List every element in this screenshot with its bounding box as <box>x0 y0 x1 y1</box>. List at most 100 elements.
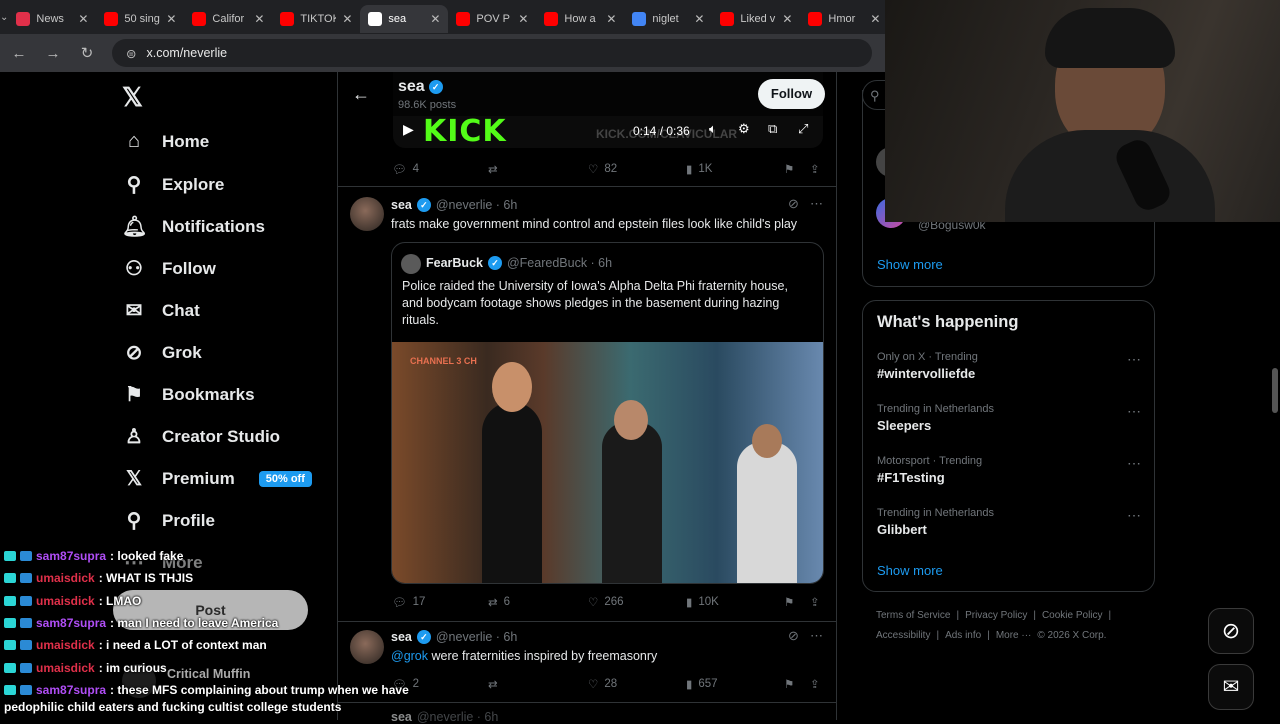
sidebar-item-bookmarks[interactable]: ⚑ Bookmarks <box>122 382 255 407</box>
sidebar-item-premium[interactable]: 𝕏 Premium 50% off <box>122 466 312 491</box>
reply-button[interactable]: 💬︎ 17 <box>392 595 425 609</box>
grok-icon: ⊘ <box>125 342 143 364</box>
trend-item[interactable]: Motorsport · Trending #F1Testing ⋯ <box>877 455 1142 485</box>
more-icon[interactable]: ⋯ <box>1127 507 1142 524</box>
settings-icon[interactable]: ⚙ <box>738 121 750 137</box>
repost-button[interactable]: ⇄ <box>488 677 498 691</box>
show-more-link[interactable]: Show more <box>877 257 943 272</box>
footer-link[interactable]: Privacy Policy <box>965 608 1027 623</box>
close-tab-icon[interactable]: ✕ <box>166 12 176 26</box>
like-button[interactable]: ♡ 28 <box>588 677 617 691</box>
account-name[interactable]: Critical Muffin <box>167 667 250 681</box>
views-button[interactable]: ▮ 657 <box>686 677 718 691</box>
quote-card[interactable]: FearBuck ✓ @FearedBuck · 6h Police raide… <box>391 242 824 584</box>
messages-fab-icon[interactable]: ✉ <box>1208 664 1254 710</box>
more-icon[interactable]: ⋯ <box>1127 403 1142 420</box>
footer-link[interactable]: More ··· <box>996 628 1032 643</box>
more-icon[interactable]: ⋯ <box>1127 351 1142 368</box>
back-arrow-icon[interactable]: ← <box>352 84 370 105</box>
bookmark-button[interactable]: ⚑ <box>784 595 794 609</box>
show-more-link[interactable]: Show more <box>877 563 943 578</box>
sidebar-item-label: Explore <box>162 174 225 194</box>
sidebar-item-grok[interactable]: ⊘ Grok <box>122 340 202 365</box>
sidebar-item-home[interactable]: ⌂ Home <box>122 130 209 153</box>
bookmark-button[interactable]: ⚑ <box>784 677 794 691</box>
sidebar-item-follow[interactable]: ⚇ Follow <box>122 256 216 281</box>
x-logo-icon[interactable]: 𝕏 <box>122 82 143 113</box>
views-button[interactable]: ▮ 10K <box>686 595 719 609</box>
grok-icon[interactable]: ⊘ <box>788 196 799 212</box>
chat-badge-icon <box>20 662 32 673</box>
browser-tab[interactable]: TIKTOK ✕ <box>272 5 360 33</box>
reload-icon[interactable]: ↻ <box>78 44 96 62</box>
share-button[interactable]: ⇪ <box>810 595 820 609</box>
more-icon[interactable]: ⋯ <box>1127 455 1142 472</box>
browser-tab[interactable]: How a ✕ <box>536 5 624 33</box>
footer-link[interactable]: Cookie Policy <box>1042 608 1103 623</box>
browser-tab[interactable]: Califor ✕ <box>184 5 272 33</box>
close-tab-icon[interactable]: ✕ <box>518 12 528 26</box>
follow-button[interactable]: Follow <box>758 79 825 109</box>
author-handle[interactable]: @neverlie · 6h <box>436 198 517 212</box>
bookmark-button[interactable]: ⚑ <box>784 162 794 176</box>
share-button[interactable]: ⇪ <box>810 677 820 691</box>
grok-icon[interactable]: ⊘ <box>788 628 799 644</box>
play-icon[interactable]: ▶ <box>403 121 414 138</box>
browser-tab[interactable]: Hmor ✕ <box>800 5 888 33</box>
browser-tab[interactable]: POV P ✕ <box>448 5 536 33</box>
close-tab-icon[interactable]: ✕ <box>870 12 880 26</box>
footer-link[interactable]: Ads info <box>945 628 981 643</box>
like-button[interactable]: ♡ 82 <box>588 162 617 176</box>
sidebar-item-creator-studio[interactable]: ♙ Creator Studio <box>122 424 280 449</box>
footer-link[interactable]: Accessibility <box>876 628 930 643</box>
trend-item[interactable]: Trending in Netherlands Sleepers ⋯ <box>877 403 1142 433</box>
close-tab-icon[interactable]: ✕ <box>606 12 616 26</box>
more-icon[interactable]: ⋯ <box>810 628 823 644</box>
pip-icon[interactable]: ⧉ <box>768 121 777 137</box>
browser-tab[interactable]: sea ✕ <box>360 5 449 33</box>
close-tab-icon[interactable]: ✕ <box>430 12 440 26</box>
fullscreen-icon[interactable]: ⤢ <box>798 121 808 137</box>
footer-link[interactable]: Terms of Service <box>876 608 950 623</box>
author-handle[interactable]: @neverlie · 6h <box>436 630 517 644</box>
close-tab-icon[interactable]: ✕ <box>694 12 704 26</box>
trend-item[interactable]: Trending in Netherlands Glibbert ⋯ <box>877 507 1142 537</box>
close-tab-icon[interactable]: ✕ <box>342 12 352 26</box>
share-button[interactable]: ⇪ <box>810 162 820 176</box>
back-arrow-icon[interactable]: ← <box>10 45 28 62</box>
close-tab-icon[interactable]: ✕ <box>254 12 264 26</box>
sidebar-item-profile[interactable]: ⚲ Profile <box>122 508 215 533</box>
author-name[interactable]: sea <box>391 198 412 212</box>
footer-link[interactable]: © 2026 X Corp. <box>1037 628 1106 643</box>
trend-item[interactable]: Only on X · Trending #wintervolliefde ⋯ <box>877 351 1142 381</box>
views-button[interactable]: ▮ 1K <box>686 162 712 176</box>
site-info-icon[interactable]: ⊜ <box>126 46 136 61</box>
sidebar-item-notifications[interactable]: 🔔︎ Notifications <box>122 214 265 239</box>
bodycam-image[interactable]: CHANNEL 3 CH <box>392 342 823 583</box>
close-tab-icon[interactable]: ✕ <box>78 12 88 26</box>
browser-tab[interactable]: News ✕ <box>8 5 96 33</box>
mute-icon[interactable]: 🔈︎ <box>709 121 717 137</box>
close-tab-icon[interactable]: ✕ <box>782 12 792 26</box>
sidebar-item-chat[interactable]: ✉ Chat <box>122 298 200 323</box>
like-button[interactable]: ♡ 266 <box>588 595 624 609</box>
repost-button[interactable]: ⇄ <box>488 162 498 176</box>
author-name[interactable]: sea <box>391 710 412 724</box>
browser-tab[interactable]: Liked v ✕ <box>712 5 800 33</box>
forward-arrow-icon[interactable]: → <box>44 45 62 62</box>
sidebar-item-explore[interactable]: ⚲ Explore <box>122 172 225 197</box>
tab-search-icon[interactable]: ⌄ <box>0 12 8 23</box>
avatar[interactable] <box>350 630 384 664</box>
more-icon[interactable]: ⋯ <box>810 196 823 212</box>
repost-button[interactable]: ⇄ 6 <box>488 595 510 609</box>
browser-tab[interactable]: 50 sing ✕ <box>96 5 184 33</box>
reply-button[interactable]: 💬︎ 4 <box>392 162 419 176</box>
grok-fab-icon[interactable]: ⊘ <box>1208 608 1254 654</box>
avatar[interactable] <box>350 197 384 231</box>
browser-tab[interactable]: niglet ✕ <box>624 5 712 33</box>
author-handle[interactable]: @neverlie · 6h <box>417 710 498 724</box>
scrollbar-thumb[interactable] <box>1272 368 1278 413</box>
url-bar[interactable]: ⊜ x.com/neverlie <box>112 39 872 67</box>
mention-link[interactable]: @grok <box>391 649 428 663</box>
author-name[interactable]: sea <box>391 630 412 644</box>
